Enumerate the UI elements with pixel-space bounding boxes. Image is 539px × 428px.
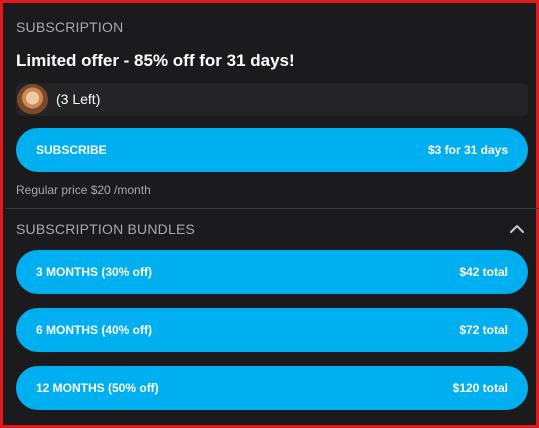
subscription-panel: SUBSCRIPTION Limited offer - 85% off for… (0, 0, 539, 428)
avatar (17, 84, 48, 115)
remaining-offers-row: (3 Left) (16, 83, 528, 116)
offer-title: Limited offer - 85% off for 31 days! (16, 51, 295, 70)
subscribe-button[interactable]: SUBSCRIBE $3 for 31 days (16, 128, 528, 172)
regular-price: Regular price $20 /month (16, 183, 151, 197)
bundle-label: 6 MONTHS (40% off) (36, 323, 153, 337)
subscribe-label: SUBSCRIBE (36, 143, 107, 157)
bundles-heading: SUBSCRIPTION BUNDLES (16, 221, 196, 237)
chevron-up-icon[interactable] (508, 222, 526, 236)
bundle-price: $72 total (459, 323, 508, 337)
remaining-count: (3 Left) (56, 91, 101, 107)
bundle-price: $42 total (459, 265, 508, 279)
section-divider (6, 208, 539, 209)
bundle-label: 3 MONTHS (30% off) (36, 265, 153, 279)
bundle-12-months-button[interactable]: 12 MONTHS (50% off) $120 total (16, 366, 528, 410)
bundle-3-months-button[interactable]: 3 MONTHS (30% off) $42 total (16, 250, 528, 294)
bundle-6-months-button[interactable]: 6 MONTHS (40% off) $72 total (16, 308, 528, 352)
subscribe-price: $3 for 31 days (427, 143, 508, 157)
subscription-heading: SUBSCRIPTION (16, 19, 124, 35)
bundle-price: $120 total (452, 381, 508, 395)
bundle-label: 12 MONTHS (50% off) (36, 381, 159, 395)
